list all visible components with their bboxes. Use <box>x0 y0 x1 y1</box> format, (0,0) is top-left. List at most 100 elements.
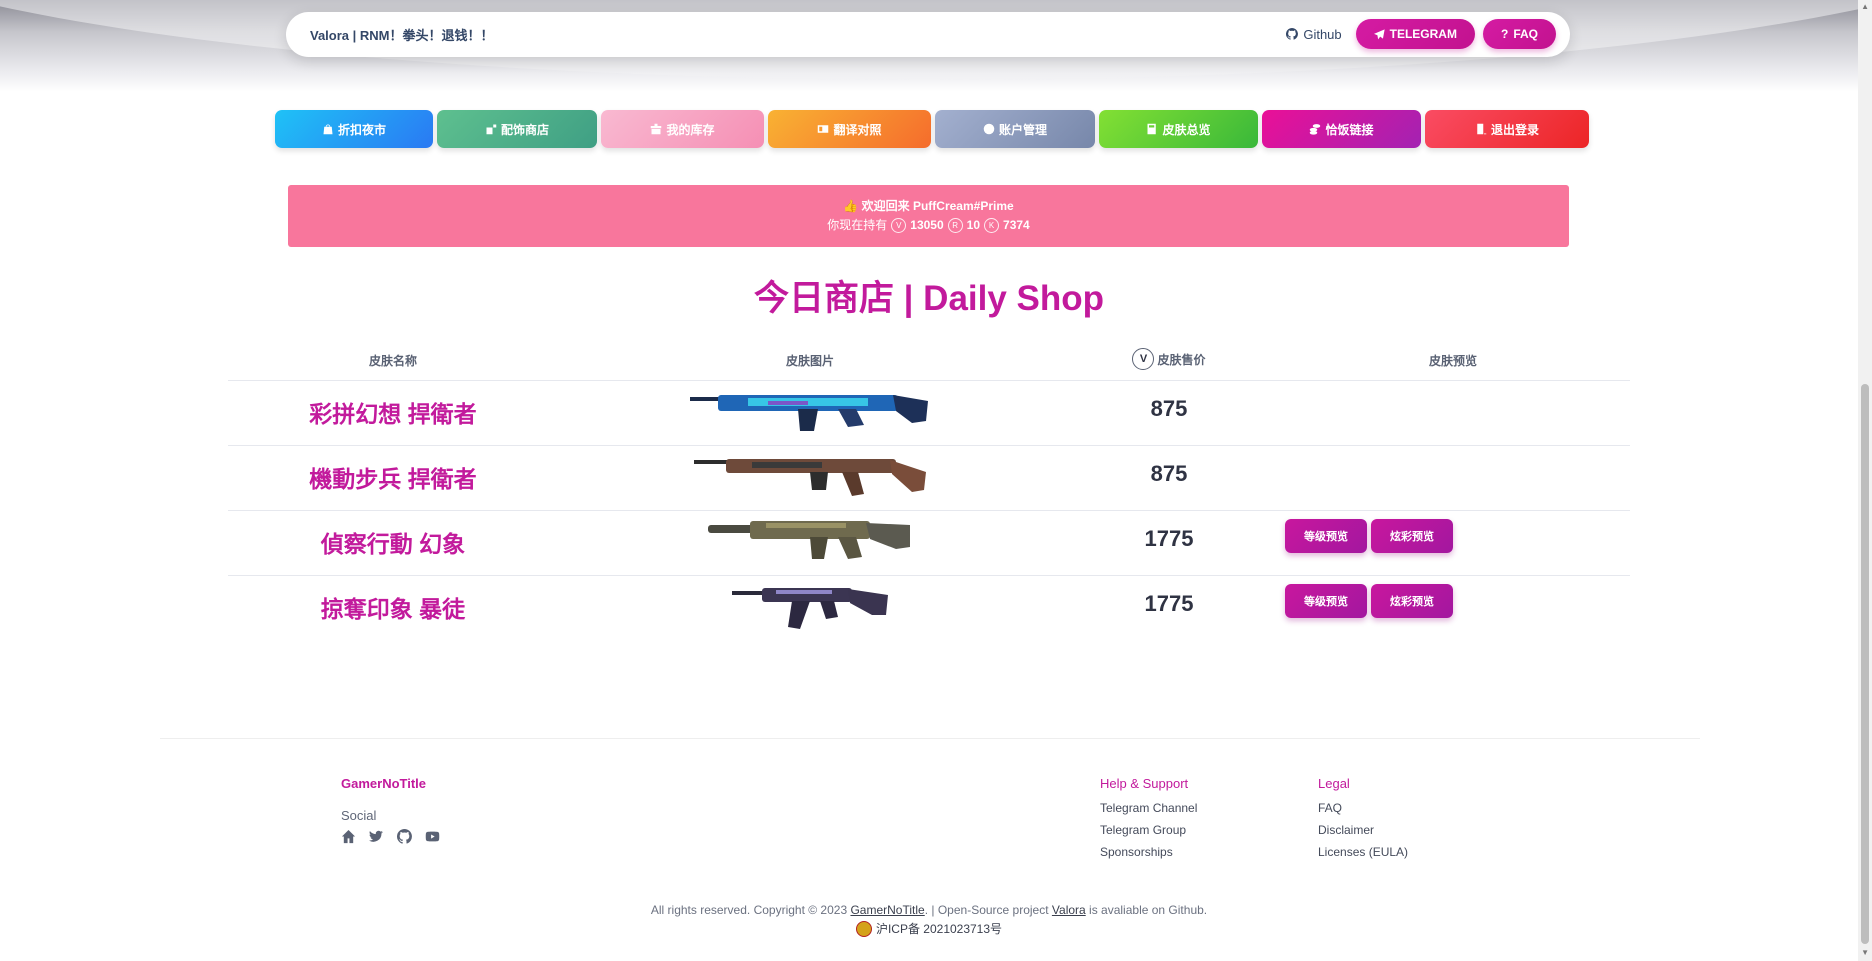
footer-link-sponsorships[interactable]: Sponsorships <box>1100 845 1173 859</box>
level-preview-button[interactable]: 等级预览 <box>1285 584 1367 618</box>
question-icon: ? <box>1500 27 1509 41</box>
project-link[interactable]: Valora <box>1052 903 1086 917</box>
faq-label: FAQ <box>1513 27 1538 41</box>
level-preview-button[interactable]: 等级预览 <box>1285 519 1367 553</box>
thumbs-up-icon: 👍 <box>843 199 859 213</box>
copyright-suffix: is avaliable on Github. <box>1089 903 1208 917</box>
header-skin-image: 皮肤图片 <box>785 354 834 368</box>
skin-image-defender-1 <box>690 395 928 431</box>
kc-amount: 7374 <box>1003 218 1030 232</box>
header-skin-preview: 皮肤预览 <box>1428 354 1477 368</box>
translate-icon <box>818 125 829 133</box>
menu-inventory-button[interactable]: 我的库存 <box>601 110 764 148</box>
footer-help-title: Help & Support <box>1100 776 1189 791</box>
balance-line: 你现在持有 V 13050 R 10 K 7374 <box>288 216 1569 235</box>
holding-prefix: 你现在持有 <box>827 218 888 232</box>
skin-image-defender-2 <box>694 459 926 496</box>
coins-icon <box>1310 124 1321 135</box>
skin-price: 1775 <box>1144 591 1194 616</box>
welcome-text: 欢迎回来 PuffCream#Prime <box>861 199 1014 213</box>
inventory-icon <box>651 123 662 135</box>
menu-account-button[interactable]: 账户管理 <box>935 110 1095 148</box>
menu-label: 皮肤总览 <box>1162 122 1211 137</box>
valorant-points-icon: V <box>891 218 907 233</box>
home-icon[interactable] <box>341 829 356 844</box>
faq-button[interactable]: ? FAQ <box>1482 19 1556 49</box>
skin-name: 機動步兵 捍衛者 <box>309 466 477 492</box>
github-link[interactable]: Github <box>1286 26 1342 42</box>
row-divider <box>228 445 1630 446</box>
vp-amount: 13050 <box>910 218 944 232</box>
radianite-icon: R <box>947 218 963 233</box>
skin-name: 掠奪印象 暴徒 <box>320 596 466 622</box>
skin-image-phantom <box>708 521 910 559</box>
scroll-down-arrow-icon[interactable]: ▼ <box>1861 948 1869 957</box>
footer-link-licenses[interactable]: Licenses (EULA) <box>1318 845 1408 859</box>
menu-label: 恰饭链接 <box>1325 122 1374 137</box>
copyright-owner-link[interactable]: GamerNoTitle <box>850 903 924 917</box>
main-menu: 折扣夜市 配饰商店 我的库存 翻译对照 账户管理 皮肤总览 恰饭链接 退出登录 <box>275 110 1589 148</box>
menu-accessory-shop-button[interactable]: 配饰商店 <box>437 110 597 148</box>
footer-divider <box>160 738 1700 739</box>
chroma-preview-button[interactable]: 炫彩预览 <box>1371 584 1453 618</box>
github-icon <box>1286 28 1299 40</box>
copyright-prefix: All rights reserved. Copyright © 2023 <box>650 903 848 917</box>
menu-label: 翻译对照 <box>833 122 882 137</box>
door-icon <box>1477 123 1487 135</box>
footer-social-icons <box>341 829 440 844</box>
icp-record: 沪ICP备 2021023713号 <box>0 920 1858 937</box>
shopping-bag-icon <box>323 124 333 135</box>
footer-link-telegram-channel[interactable]: Telegram Channel <box>1100 801 1197 815</box>
paper-plane-icon <box>1373 28 1385 39</box>
footer-brand[interactable]: GamerNoTitle <box>341 776 426 791</box>
welcome-alert: 👍 欢迎回来 PuffCream#Prime 你现在持有 V 13050 R 1… <box>288 185 1569 247</box>
github-label: Github <box>1303 26 1342 42</box>
book-icon <box>1147 123 1157 135</box>
row-divider <box>228 575 1630 576</box>
user-icon <box>983 123 995 135</box>
row-divider <box>228 510 1630 511</box>
github-icon[interactable] <box>397 829 412 844</box>
chroma-preview-button[interactable]: 炫彩预览 <box>1371 519 1453 553</box>
valorant-points-icon: V <box>1132 348 1155 370</box>
skin-name: 偵察行動 幻象 <box>320 531 466 557</box>
brand-title[interactable]: Valora | RNM！拳头！退钱！！ <box>310 25 494 44</box>
twitter-icon[interactable] <box>369 829 384 844</box>
footer-link-faq[interactable]: FAQ <box>1318 801 1342 815</box>
row-divider <box>228 380 1630 381</box>
menu-night-market-button[interactable]: 折扣夜市 <box>275 110 433 148</box>
header-skin-price: V 皮肤售价 <box>1064 348 1274 370</box>
menu-translation-button[interactable]: 翻译对照 <box>768 110 931 148</box>
footer-legal-title: Legal <box>1318 776 1350 791</box>
skin-price: 875 <box>1150 396 1188 421</box>
menu-skin-overview-button[interactable]: 皮肤总览 <box>1099 110 1258 148</box>
kingdom-credits-icon: K <box>984 218 1000 233</box>
rp-amount: 10 <box>966 218 981 232</box>
menu-label: 折扣夜市 <box>337 122 386 137</box>
telegram-label: TELEGRAM <box>1389 27 1457 41</box>
footer-link-telegram-group[interactable]: Telegram Group <box>1100 823 1186 837</box>
page-scrollbar[interactable]: ▲ ▼ <box>1858 0 1872 961</box>
telegram-button[interactable]: TELEGRAM <box>1355 19 1475 49</box>
menu-label: 退出登录 <box>1490 122 1539 137</box>
menu-logout-button[interactable]: 退出登录 <box>1425 110 1589 148</box>
page-title: 今日商店 | Daily Shop <box>753 279 1105 318</box>
footer-link-disclaimer[interactable]: Disclaimer <box>1318 823 1374 837</box>
skin-name: 彩拼幻想 捍衛者 <box>309 401 477 427</box>
scroll-up-arrow-icon[interactable]: ▲ <box>1861 2 1869 11</box>
youtube-icon[interactable] <box>425 829 440 844</box>
accessory-icon <box>486 124 497 135</box>
skin-image-vandal <box>732 588 888 629</box>
footer-social-label: Social <box>341 808 377 823</box>
top-navbar: Valora | RNM！拳头！退钱！！ Github TELEGRAM ? F… <box>286 12 1570 57</box>
menu-sponsor-link-button[interactable]: 恰饭链接 <box>1262 110 1421 148</box>
menu-label: 我的库存 <box>666 122 715 137</box>
icp-link[interactable]: 沪ICP备 2021023713号 <box>876 920 1002 937</box>
copyright-mid: . | Open-Source project <box>924 903 1049 917</box>
police-badge-icon <box>855 920 872 937</box>
menu-label: 配饰商店 <box>500 122 549 137</box>
skin-price: 875 <box>1150 461 1188 486</box>
scrollbar-thumb[interactable] <box>1861 384 1869 944</box>
welcome-line: 👍 欢迎回来 PuffCream#Prime <box>288 197 1569 216</box>
copyright-text: All rights reserved. Copyright © 2023 Ga… <box>0 903 1858 917</box>
